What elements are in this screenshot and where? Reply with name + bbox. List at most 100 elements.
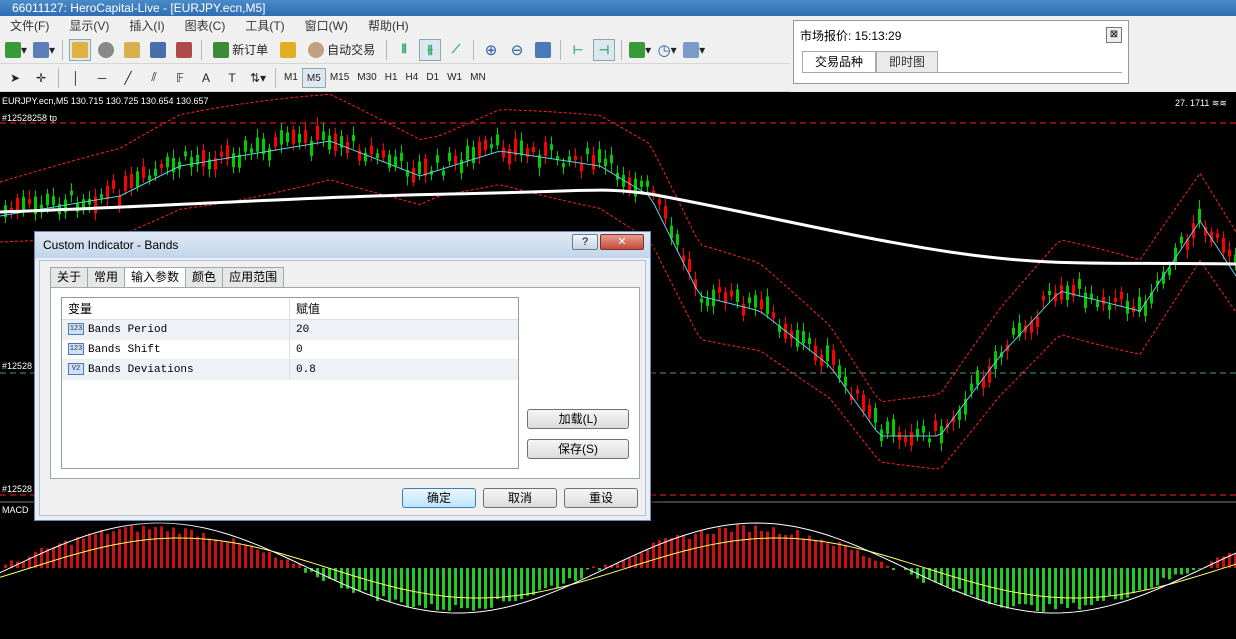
macd-histogram-bar	[1096, 568, 1099, 602]
table-row[interactable]: V2 Bands Deviations 0.8	[62, 360, 518, 380]
table-row[interactable]: 123 Bands Period 20	[62, 320, 518, 340]
menu-tools[interactable]: 工具(T)	[235, 16, 294, 36]
candle-body	[382, 150, 385, 158]
macd-histogram-bar	[766, 531, 769, 568]
text-icon[interactable]: A	[195, 67, 217, 89]
menu-charts[interactable]: 图表(C)	[175, 16, 236, 36]
candle-body	[832, 350, 835, 366]
crosshair-icon[interactable]: ✛	[30, 67, 52, 89]
tab-colors[interactable]: 颜色	[185, 267, 224, 287]
close-icon[interactable]: ⊠	[1106, 27, 1122, 43]
menu-help[interactable]: 帮助(H)	[358, 16, 419, 36]
candle-body	[136, 171, 139, 187]
candle-body	[94, 196, 97, 214]
profiles-icon[interactable]: ▾	[32, 39, 56, 61]
new-order-button[interactable]: 新订单	[208, 39, 273, 61]
table-row[interactable]: 123 Bands Shift 0	[62, 340, 518, 360]
text-label-icon[interactable]: T	[221, 67, 243, 89]
terminal-icon[interactable]	[147, 39, 169, 61]
zoom-out-icon[interactable]: ⊖	[506, 39, 528, 61]
templates-icon[interactable]: ▾	[682, 39, 706, 61]
tab-about[interactable]: 关于	[50, 267, 89, 287]
timeframe-m15[interactable]: M15	[326, 68, 353, 88]
candle-body	[1180, 236, 1183, 244]
line-chart-icon[interactable]: ⟋	[445, 39, 467, 61]
macd-histogram-bar	[376, 568, 379, 601]
candle-body	[1042, 295, 1045, 301]
candle-body	[112, 179, 115, 189]
market-watch-tabs: 交易品种 即时图	[802, 51, 1122, 73]
auto-scroll-icon[interactable]: ⊣	[593, 38, 616, 61]
chart-top-right-info: 27. 1711 ≋≋	[1175, 98, 1227, 108]
macd-histogram-bar	[4, 564, 7, 568]
tile-windows-icon[interactable]	[532, 39, 554, 61]
candlestick-icon[interactable]: ⫵	[419, 38, 442, 61]
reset-button[interactable]: 重设	[564, 488, 638, 508]
strategy-tester-icon[interactable]	[173, 39, 195, 61]
candle-body	[760, 299, 763, 310]
channel-icon[interactable]: ⫽	[143, 67, 165, 89]
tab-inputs[interactable]: 输入参数	[124, 267, 187, 288]
candle-body	[592, 154, 595, 170]
menu-window[interactable]: 窗口(W)	[295, 16, 358, 36]
new-chart-icon[interactable]: ▾	[4, 39, 28, 61]
timeframe-d1[interactable]: D1	[422, 68, 443, 88]
timeframe-mn[interactable]: MN	[466, 68, 490, 88]
chart-shift-icon[interactable]: ⊢	[567, 39, 589, 61]
close-button[interactable]: ✕	[600, 234, 644, 250]
param-value[interactable]: 0.8	[290, 360, 518, 379]
metaeditor-icon[interactable]	[277, 39, 299, 61]
order-level-label: #12528	[2, 361, 33, 371]
bar-chart-icon[interactable]: ⫴	[393, 39, 415, 61]
tab-visualization[interactable]: 应用范围	[222, 267, 285, 287]
candle-body	[232, 153, 235, 168]
tab-common[interactable]: 常用	[87, 267, 126, 287]
param-value[interactable]: 0	[290, 340, 518, 359]
arrows-icon[interactable]: ⇅▾	[247, 67, 269, 89]
macd-histogram-bar	[286, 559, 289, 568]
navigator-icon[interactable]	[121, 39, 143, 61]
zoom-in-icon[interactable]: ⊕	[480, 39, 502, 61]
macd-histogram-bar	[190, 529, 193, 568]
vertical-line-icon[interactable]: │	[65, 67, 87, 89]
candle-body	[448, 152, 451, 162]
menu-file[interactable]: 文件(F)	[0, 16, 59, 36]
param-value[interactable]: 20	[290, 320, 518, 339]
macd-histogram-bar	[850, 550, 853, 568]
macd-histogram-bar	[1102, 568, 1105, 601]
horizontal-line-icon[interactable]: ─	[91, 67, 113, 89]
help-button[interactable]: ?	[572, 234, 598, 250]
candle-body	[322, 131, 325, 140]
trendline-icon[interactable]: ╱	[117, 67, 139, 89]
periods-icon[interactable]: ◷ ▾	[656, 39, 678, 61]
indicators-icon[interactable]: ▾	[628, 39, 652, 61]
tab-tick-chart[interactable]: 即时图	[876, 51, 939, 72]
ok-button[interactable]: 确定	[402, 488, 476, 508]
fibonacci-icon[interactable]: 𝔽	[169, 67, 191, 89]
load-button[interactable]: 加载(L)	[527, 409, 629, 429]
timeframe-h1[interactable]: H1	[381, 68, 402, 88]
candle-body	[802, 331, 805, 344]
save-button[interactable]: 保存(S)	[527, 439, 629, 459]
tab-symbols[interactable]: 交易品种	[802, 51, 877, 72]
candle-body	[160, 163, 163, 168]
menu-view[interactable]: 显示(V)	[59, 16, 119, 36]
macd-histogram-bar	[82, 538, 85, 568]
cursor-icon[interactable]: ➤	[4, 67, 26, 89]
menu-insert[interactable]: 插入(I)	[119, 16, 174, 36]
new-order-icon	[213, 41, 230, 58]
macd-histogram-bar	[436, 568, 439, 611]
macd-histogram-bar	[64, 540, 67, 568]
timeframe-m1[interactable]: M1	[280, 68, 302, 88]
macd-histogram-bar	[1186, 568, 1189, 574]
data-window-icon[interactable]	[95, 39, 117, 61]
cancel-button[interactable]: 取消	[483, 488, 557, 508]
timeframe-h4[interactable]: H4	[402, 68, 423, 88]
timeframe-m30[interactable]: M30	[353, 68, 380, 88]
timeframe-m5[interactable]: M5	[301, 67, 326, 88]
timeframe-w1[interactable]: W1	[443, 68, 466, 88]
auto-trading-button[interactable]: 自动交易	[303, 39, 380, 61]
candle-body	[502, 147, 505, 158]
market-watch-icon[interactable]	[69, 38, 92, 61]
candle-body	[316, 125, 319, 140]
